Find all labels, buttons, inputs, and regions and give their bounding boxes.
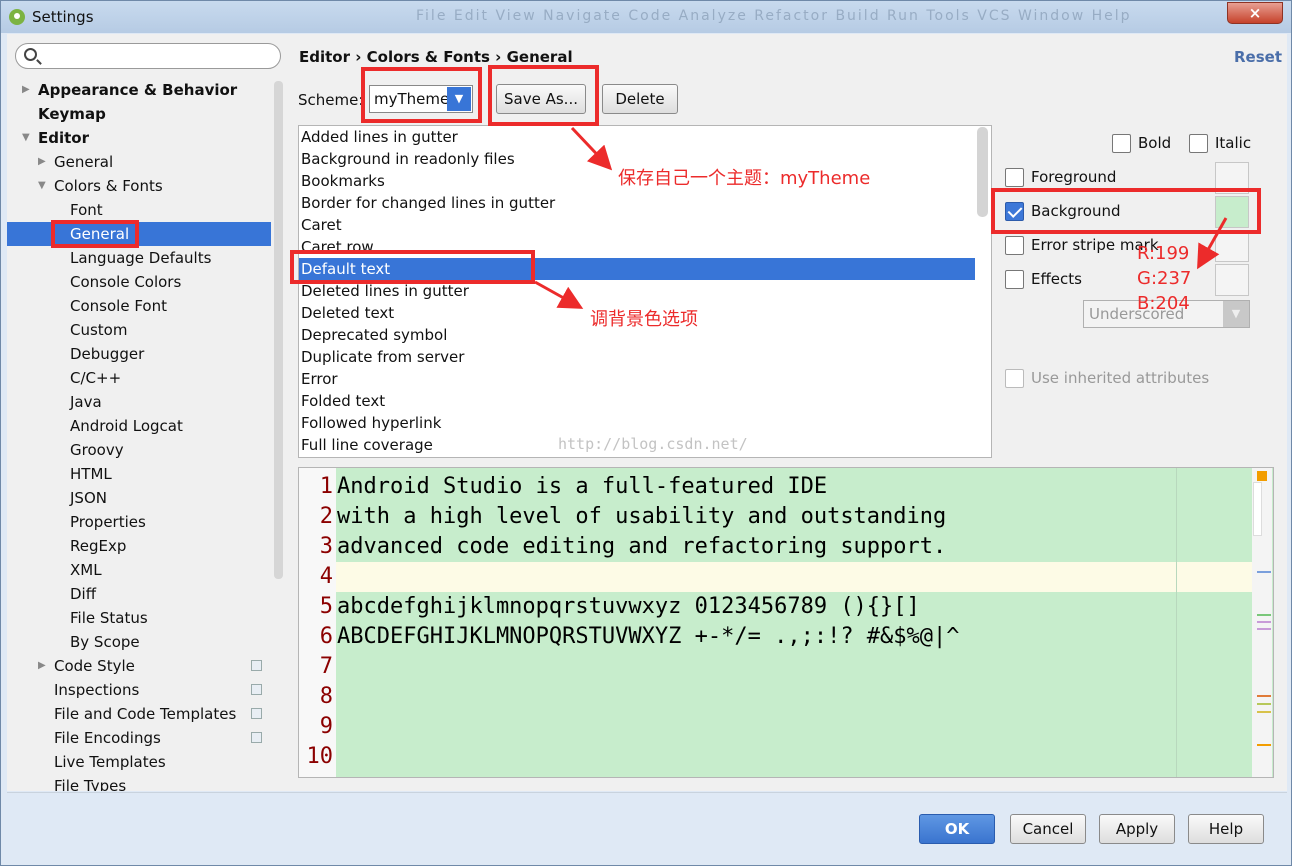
arrow-to-bg-note <box>534 280 584 309</box>
arrow-to-save-note <box>570 126 613 171</box>
annotation-arrows <box>534 126 1228 309</box>
arrow-to-rgb-note <box>1197 217 1228 270</box>
annotation-rgb-b: B:204 <box>1137 293 1190 314</box>
annotation-rgb-r: R:199 <box>1137 243 1190 264</box>
annotation-rgb-g: G:237 <box>1137 268 1192 289</box>
annotation-save-theme: 保存自己一个主题：myTheme <box>618 168 871 189</box>
annotation-bg-option: 调背景色选项 <box>590 309 698 330</box>
